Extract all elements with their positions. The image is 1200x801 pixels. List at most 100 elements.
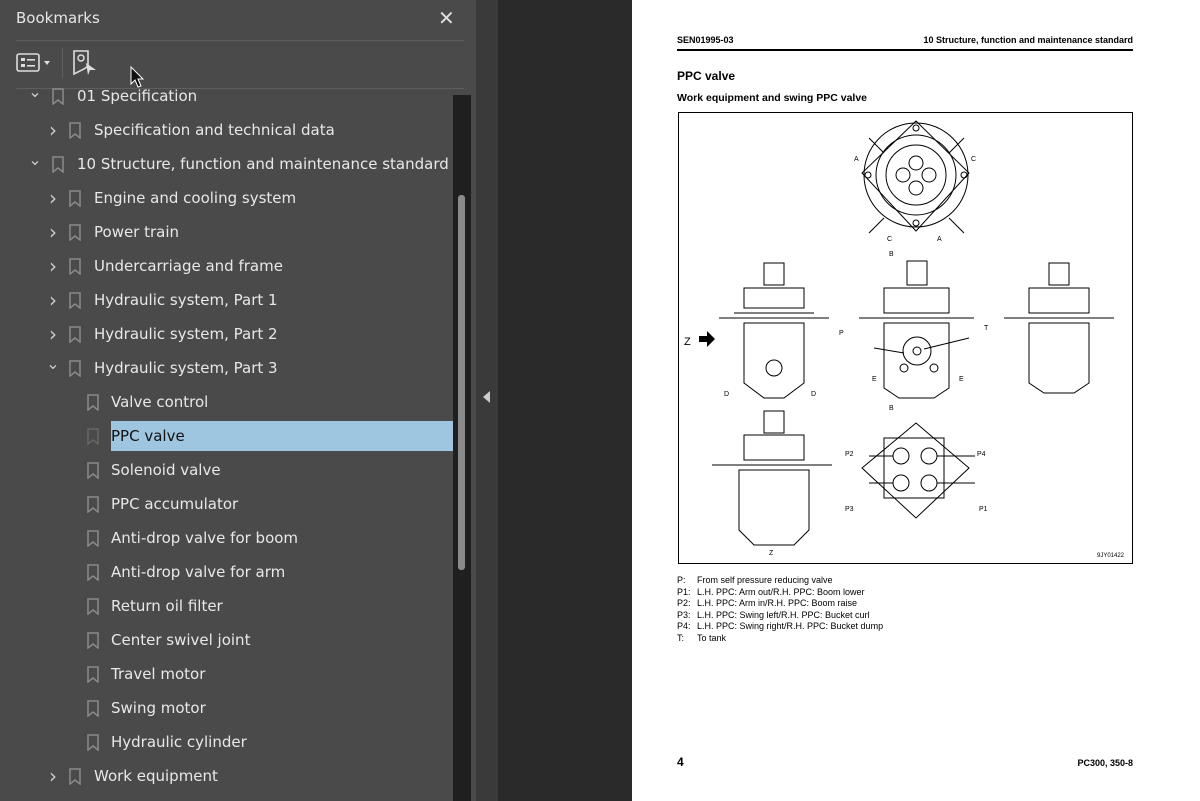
bookmark-label: 10 Structure, function and maintenance s…	[77, 155, 449, 173]
bookmark-icon	[69, 224, 81, 241]
bookmark-icon	[69, 190, 81, 207]
figure-code: 9JY01422	[1097, 553, 1125, 559]
bookmark-item[interactable]: PPC accumulator	[0, 489, 453, 519]
bookmark-icon	[87, 394, 99, 411]
bookmark-item[interactable]: ⌄ Hydraulic system, Part 3	[0, 353, 453, 383]
header-rule	[677, 49, 1133, 51]
legend-row: P3: L.H. PPC: Swing left/R.H. PPC: Bucket…	[677, 610, 883, 622]
panel-title: Bookmarks	[16, 9, 100, 27]
bookmark-item[interactable]: › Hydraulic system, Part 1	[0, 285, 453, 315]
bookmark-label: Travel motor	[111, 665, 206, 683]
legend-text: L.H. PPC: Swing left/R.H. PPC: Bucket cu…	[697, 609, 870, 620]
legend-text: L.H. PPC: Arm in/R.H. PPC: Boom raise	[697, 598, 858, 608]
chevron-right-icon[interactable]: ›	[46, 217, 60, 247]
bookmark-item[interactable]: PPC valve	[0, 421, 453, 451]
list-options-icon	[16, 53, 50, 72]
bookmark-item[interactable]: ⌄ 10 Structure, function and maintenance …	[0, 149, 453, 179]
collapse-panel-arrow-icon[interactable]	[483, 391, 490, 403]
legend-row: T: To tank	[677, 633, 883, 645]
bookmark-item[interactable]: › Power train	[0, 217, 453, 247]
bookmark-icon	[69, 326, 81, 343]
scrollbar-thumb[interactable]	[458, 195, 465, 570]
chevron-right-icon[interactable]: ›	[46, 251, 60, 281]
header-section: 10 Structure, function and maintenance s…	[923, 35, 1133, 45]
header-doc-code: SEN01995-03	[677, 35, 734, 45]
page-subtitle: Work equipment and swing PPC valve	[677, 92, 868, 104]
chevron-right-icon[interactable]: ›	[46, 319, 60, 349]
bookmark-label: PPC accumulator	[111, 495, 239, 513]
bookmark-icon	[87, 496, 99, 513]
top-view-drawing	[861, 120, 970, 234]
legend-text: L.H. PPC: Swing right/R.H. PPC: Bucket d…	[697, 621, 884, 631]
z-arrow-icon	[699, 331, 715, 347]
bookmark-label: Engine and cooling system	[94, 189, 297, 207]
bookmark-item[interactable]: Valve control	[0, 387, 453, 417]
bookmark-icon	[69, 768, 81, 785]
figure-label-e2: E	[959, 376, 964, 383]
figure-label-b: B	[889, 251, 894, 258]
chevron-right-icon[interactable]: ›	[46, 183, 60, 213]
chevron-down-icon[interactable]: ⌄	[46, 353, 60, 375]
bookmark-icon	[87, 564, 99, 581]
legend-key: P1:	[677, 586, 691, 597]
figure-label-b2: B	[889, 405, 894, 412]
bookmark-item[interactable]: › Engine and cooling system	[0, 183, 453, 213]
bookmark-label: Anti-drop valve for arm	[111, 563, 286, 581]
bookmark-icon	[69, 122, 81, 139]
bookmark-item[interactable]: Anti-drop valve for boom	[0, 523, 453, 553]
bookmark-item[interactable]: Travel motor	[0, 659, 453, 689]
toolbar-separator	[62, 48, 63, 78]
bookmark-item[interactable]: › Undercarriage and frame	[0, 251, 453, 281]
legend-row: P1: L.H. PPC: Arm out/R.H. PPC: Boom lowe…	[677, 587, 883, 599]
figure-label-c2: C	[887, 236, 892, 243]
bookmark-item[interactable]: Swing motor	[0, 693, 453, 723]
bookmark-item[interactable]: › Work equipment	[0, 761, 453, 791]
bookmark-icon	[87, 700, 99, 717]
figure-label-a: A	[854, 156, 859, 163]
list-options-button[interactable]	[16, 52, 54, 74]
bookmark-item[interactable]: Anti-drop valve for arm	[0, 557, 453, 587]
bookmark-label: Valve control	[111, 393, 209, 411]
chevron-right-icon[interactable]: ›	[46, 115, 60, 145]
bookmark-icon	[87, 734, 99, 751]
legend-row: P: From self pressure reducing valve	[677, 575, 883, 587]
bookmark-icon	[87, 598, 99, 615]
bookmark-label: Hydraulic system, Part 3	[94, 359, 278, 377]
find-current-bookmark-button[interactable]	[72, 50, 98, 76]
page-title: PPC valve	[677, 69, 736, 83]
bookmark-icon	[69, 258, 81, 275]
bookmark-tree: ⌄ 01 Specification › Specification and tech…	[0, 88, 453, 801]
legend-key: P2:	[677, 598, 691, 608]
chevron-down-icon[interactable]: ⌄	[28, 88, 42, 103]
chevron-right-icon[interactable]: ›	[46, 285, 60, 315]
bookmark-item[interactable]: › Specification and technical data	[0, 115, 453, 145]
close-icon[interactable]: ✕	[438, 6, 455, 30]
bookmark-item[interactable]: Center swivel joint	[0, 625, 453, 655]
bookmark-icon	[87, 530, 99, 547]
front-view-drawings	[712, 260, 1114, 546]
legend-key: P3:	[677, 609, 691, 620]
figure-label-t: T	[984, 325, 989, 332]
bookmark-item[interactable]: Return oil filter	[0, 591, 453, 621]
figure-label-p: P	[839, 330, 844, 337]
legend-key: P:	[677, 575, 686, 585]
legend-key: T:	[677, 632, 685, 643]
bookmark-item[interactable]: ⌄ 01 Specification	[0, 88, 453, 111]
bookmark-label: Power train	[94, 223, 180, 241]
legend-text: From self pressure reducing valve	[697, 575, 833, 585]
model-label: PC300, 350-8	[1077, 758, 1133, 768]
bookmark-icon	[52, 156, 64, 173]
figure-label-p4: P4	[977, 451, 986, 458]
panel-splitter[interactable]	[476, 0, 498, 801]
bookmark-item[interactable]: Hydraulic cylinder	[0, 727, 453, 757]
legend-text: L.H. PPC: Arm out/R.H. PPC: Boom lower	[697, 586, 865, 597]
ppc-valve-figure: A C C A B B Z P T D D E E Z P2 P4 P3 P1 …	[678, 112, 1133, 564]
chevron-right-icon[interactable]: ›	[46, 761, 60, 791]
bookmark-label: Center swivel joint	[111, 631, 251, 649]
bookmark-icon	[87, 462, 99, 479]
chevron-down-icon[interactable]: ⌄	[28, 149, 42, 171]
bookmark-item[interactable]: › Hydraulic system, Part 2	[0, 319, 453, 349]
figure-label-a2: A	[937, 236, 942, 243]
figure-legend: P: From self pressure reducing valve P1: L.…	[677, 575, 883, 644]
bookmark-item[interactable]: Solenoid valve	[0, 455, 453, 485]
